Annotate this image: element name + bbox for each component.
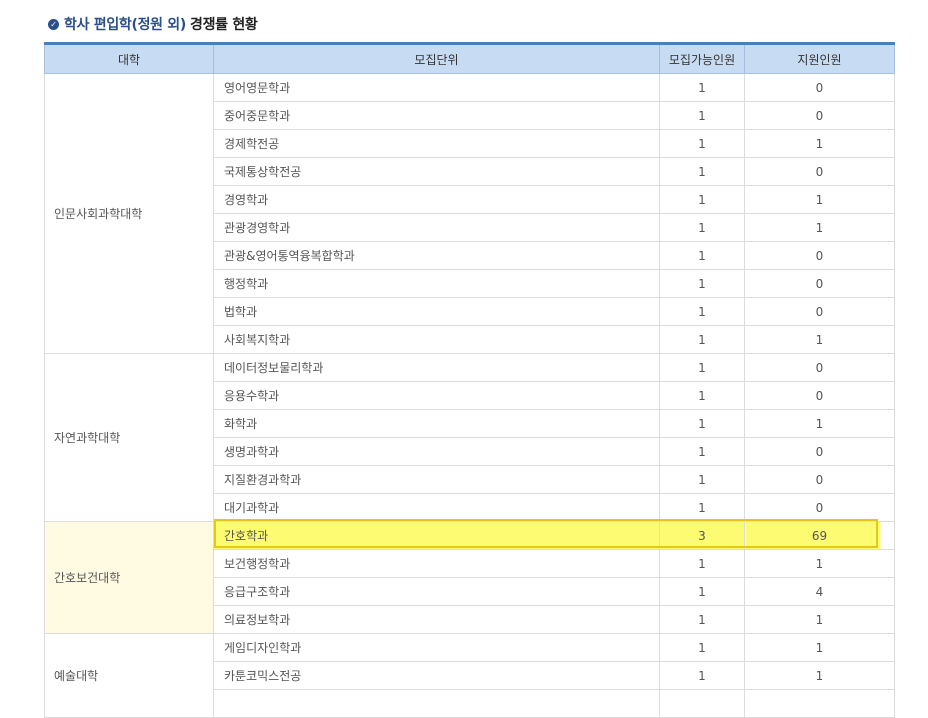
applicants-cell: 4 <box>744 577 895 606</box>
unit-cell: 대기과학과 <box>213 493 660 522</box>
capacity-cell: 1 <box>659 73 745 102</box>
section-title-rest: 경쟁률 현황 <box>190 17 258 33</box>
unit-cell: 의료정보학과 <box>213 605 660 634</box>
competition-rate-table: 대학 모집단위 모집가능인원 지원인원 인문사회과학대학 영어영문학과 1 0 중어중문… <box>44 42 895 718</box>
college-cell: 인문사회과학대학 <box>44 73 214 354</box>
capacity-cell: 1 <box>659 493 745 522</box>
capacity-cell: 1 <box>659 437 745 466</box>
applicants-cell: 0 <box>744 269 895 298</box>
unit-cell: 국제통상학전공 <box>213 157 660 186</box>
applicants-cell: 0 <box>744 241 895 270</box>
table-row: 인문사회과학대학 영어영문학과 1 0 <box>44 73 895 354</box>
header-college: 대학 <box>44 42 214 74</box>
applicants-cell: 0 <box>744 465 895 494</box>
capacity-cell: 1 <box>659 605 745 634</box>
capacity-cell: 1 <box>659 213 745 242</box>
college-cell: 자연과학대학 <box>44 353 214 522</box>
unit-cell: 간호학과 <box>213 521 660 550</box>
unit-cell: 경제학전공 <box>213 129 660 158</box>
unit-cell: 생명과학과 <box>213 437 660 466</box>
capacity-cell: 1 <box>659 353 745 382</box>
unit-cell: 카툰코믹스전공 <box>213 661 660 690</box>
capacity-cell: 1 <box>659 577 745 606</box>
applicants-cell: 0 <box>744 297 895 326</box>
capacity-cell: 1 <box>659 297 745 326</box>
table-body: 인문사회과학대학 영어영문학과 1 0 중어중문학과 1 0 경제학전공 1 1 국제통상학전공 1 0… <box>44 73 895 718</box>
unit-cell: 중어중문학과 <box>213 101 660 130</box>
section-title-accent: 학사 편입학(정원 외) <box>64 17 186 33</box>
college-cell: 예술대학 <box>44 633 214 718</box>
check-circle-icon: ✓ <box>48 18 59 30</box>
applicants-cell: 1 <box>744 605 895 634</box>
capacity-cell: 1 <box>659 129 745 158</box>
applicants-cell: 1 <box>744 633 895 662</box>
applicants-cell: 69 <box>744 521 895 550</box>
capacity-cell: 1 <box>659 661 745 690</box>
unit-cell: 응급구조학과 <box>213 577 660 606</box>
applicants-cell: 0 <box>744 437 895 466</box>
applicants-cell <box>744 689 895 718</box>
applicants-cell: 1 <box>744 129 895 158</box>
capacity-cell: 1 <box>659 633 745 662</box>
header-applicants: 지원인원 <box>744 42 895 74</box>
capacity-cell: 1 <box>659 269 745 298</box>
capacity-cell: 1 <box>659 381 745 410</box>
unit-cell: 관광&영어통역융복합학과 <box>213 241 660 270</box>
applicants-cell: 1 <box>744 549 895 578</box>
capacity-cell <box>659 689 745 718</box>
unit-cell: 보건행정학과 <box>213 549 660 578</box>
capacity-cell: 1 <box>659 101 745 130</box>
applicants-cell: 1 <box>744 661 895 690</box>
unit-cell: 경영학과 <box>213 185 660 214</box>
applicants-cell: 0 <box>744 493 895 522</box>
applicants-cell: 0 <box>744 353 895 382</box>
capacity-cell: 1 <box>659 549 745 578</box>
applicants-cell: 1 <box>744 325 895 354</box>
applicants-cell: 0 <box>744 73 895 102</box>
capacity-cell: 1 <box>659 325 745 354</box>
unit-cell: 게임디자인학과 <box>213 633 660 662</box>
table-row: 자연과학대학 데이터정보물리학과 1 0 <box>44 353 895 522</box>
unit-cell: 지질환경과학과 <box>213 465 660 494</box>
header-capacity: 모집가능인원 <box>659 42 745 74</box>
applicants-cell: 1 <box>744 213 895 242</box>
table-header-row: 대학 모집단위 모집가능인원 지원인원 <box>44 42 895 74</box>
unit-cell: 데이터정보물리학과 <box>213 353 660 382</box>
applicants-cell: 0 <box>744 157 895 186</box>
capacity-cell: 1 <box>659 465 745 494</box>
capacity-cell: 1 <box>659 241 745 270</box>
applicants-cell: 0 <box>744 101 895 130</box>
unit-cell: 영어영문학과 <box>213 73 660 102</box>
unit-cell: 응용수학과 <box>213 381 660 410</box>
unit-cell: 행정학과 <box>213 269 660 298</box>
unit-cell <box>213 689 660 718</box>
header-unit: 모집단위 <box>213 42 660 74</box>
table-row: 예술대학 게임디자인학과 1 1 <box>44 633 895 718</box>
capacity-cell: 1 <box>659 185 745 214</box>
table-row: 간호보건대학 간호학과 3 69 <box>44 521 895 634</box>
unit-cell: 관광경영학과 <box>213 213 660 242</box>
applicants-cell: 1 <box>744 185 895 214</box>
unit-cell: 화학과 <box>213 409 660 438</box>
unit-cell: 사회복지학과 <box>213 325 660 354</box>
section-title: ✓ 학사 편입학(정원 외) 경쟁률 현황 <box>48 13 258 35</box>
applicants-cell: 1 <box>744 409 895 438</box>
college-cell: 간호보건대학 <box>44 521 214 634</box>
capacity-cell: 1 <box>659 409 745 438</box>
unit-cell: 법학과 <box>213 297 660 326</box>
applicants-cell: 0 <box>744 381 895 410</box>
capacity-cell: 3 <box>659 521 745 550</box>
capacity-cell: 1 <box>659 157 745 186</box>
